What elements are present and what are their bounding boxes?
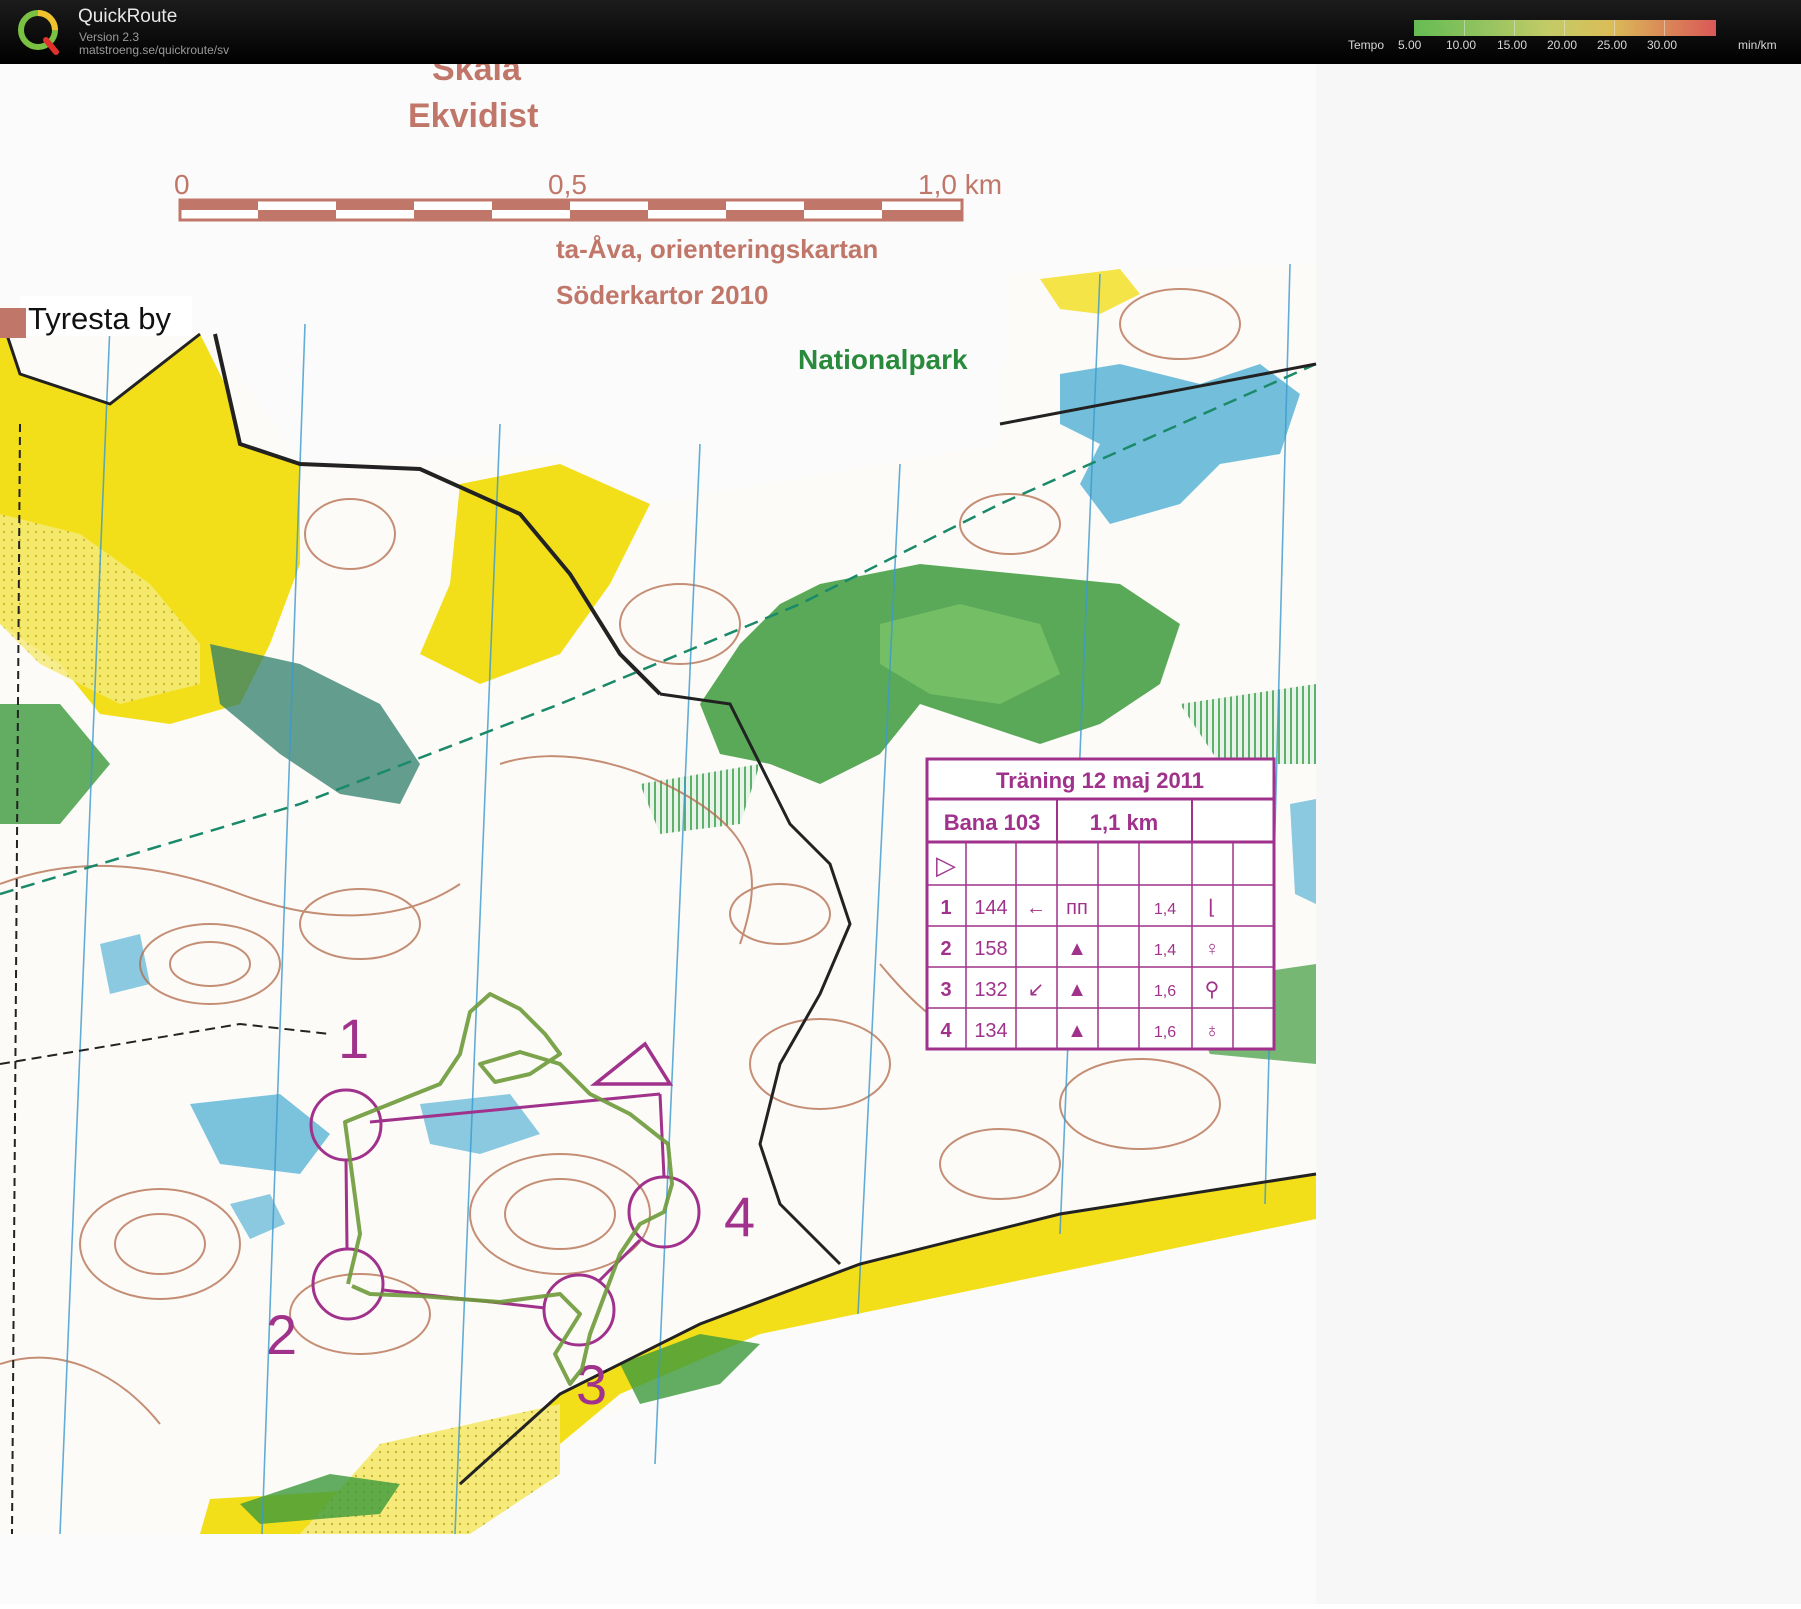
row-code: 144 [974, 897, 1007, 919]
tempo-label: Tempo [1348, 38, 1385, 52]
control-number-3: 3 [576, 1353, 607, 1416]
row-direction: ← [1026, 897, 1046, 919]
equidistance-header: Ekvidist [408, 97, 538, 135]
area-label: Nationalpark [798, 344, 968, 375]
tempo-tick: 15.00 [1497, 38, 1528, 52]
scale-label: 0,5 [548, 169, 587, 200]
tempo-tick: 5.00 [1398, 38, 1422, 52]
row-feature: ▲ [1067, 979, 1087, 1001]
tempo-unit: min/km [1738, 38, 1777, 52]
quickroute-logo-icon [18, 10, 59, 55]
row-feature: ᴨᴨ [1066, 897, 1088, 919]
row-number: 1 [940, 897, 951, 919]
start-symbol: ▷ [936, 850, 956, 880]
row-number: 2 [940, 938, 951, 960]
app-title: QuickRoute [78, 6, 178, 27]
row-location: ⚲ [1205, 979, 1220, 1001]
row-dimension: 1,4 [1154, 942, 1176, 959]
map-credit: Söderkartor 2010 [556, 280, 768, 310]
row-location: ⌊ [1208, 897, 1216, 919]
map-canvas[interactable]: Skala Ekvidist 0 0,5 1,0 km ta-Åva, orie… [0, 50, 1801, 1604]
row-feature: ▲ [1067, 938, 1087, 960]
tempo-tick: 30.00 [1647, 38, 1678, 52]
row-code: 158 [974, 938, 1007, 960]
sheet-length: 1,1 km [1090, 810, 1159, 835]
tempo-tick: 10.00 [1446, 38, 1477, 52]
scale-bar [178, 198, 964, 222]
row-number: 4 [940, 1020, 952, 1042]
app-toolbar: QuickRoute Version 2.3 matstroeng.se/qui… [0, 0, 1801, 65]
row-location: ♀ [1205, 938, 1220, 960]
sheet-course: Bana 103 [944, 810, 1041, 835]
control-number-1: 1 [338, 1007, 369, 1070]
row-dimension: 1,4 [1154, 901, 1176, 918]
control-number-2: 2 [266, 1303, 297, 1366]
tempo-tick: 20.00 [1547, 38, 1578, 52]
map-title: ta-Åva, orienteringskartan [556, 234, 878, 264]
row-direction: ↙ [1028, 979, 1045, 1001]
control-description-sheet: Träning 12 maj 2011 Bana 103 1,1 km ▷ 1 … [925, 757, 1276, 1051]
orienteering-map: Skala Ekvidist 0 0,5 1,0 km ta-Åva, orie… [0, 50, 1801, 1604]
tempo-color-scale [1414, 20, 1716, 36]
scale-label: 0 [174, 169, 190, 200]
tempo-tick: 25.00 [1597, 38, 1628, 52]
row-dimension: 1,6 [1154, 1024, 1176, 1041]
app-url: matstroeng.se/quickroute/sv [79, 43, 230, 57]
app-version: Version 2.3 [79, 30, 140, 44]
row-code: 132 [974, 979, 1007, 1001]
place-label: Tyresta by [28, 301, 171, 336]
control-number-4: 4 [724, 1185, 755, 1248]
row-dimension: 1,6 [1154, 983, 1176, 1000]
scale-header: Skala [432, 64, 522, 88]
row-feature: ▲ [1067, 1020, 1087, 1042]
sheet-title: Träning 12 maj 2011 [996, 768, 1204, 793]
scale-label: 1,0 km [918, 169, 1002, 200]
row-code: 134 [974, 1020, 1007, 1042]
row-number: 3 [940, 979, 951, 1001]
row-location: ♁ [1205, 1020, 1220, 1042]
